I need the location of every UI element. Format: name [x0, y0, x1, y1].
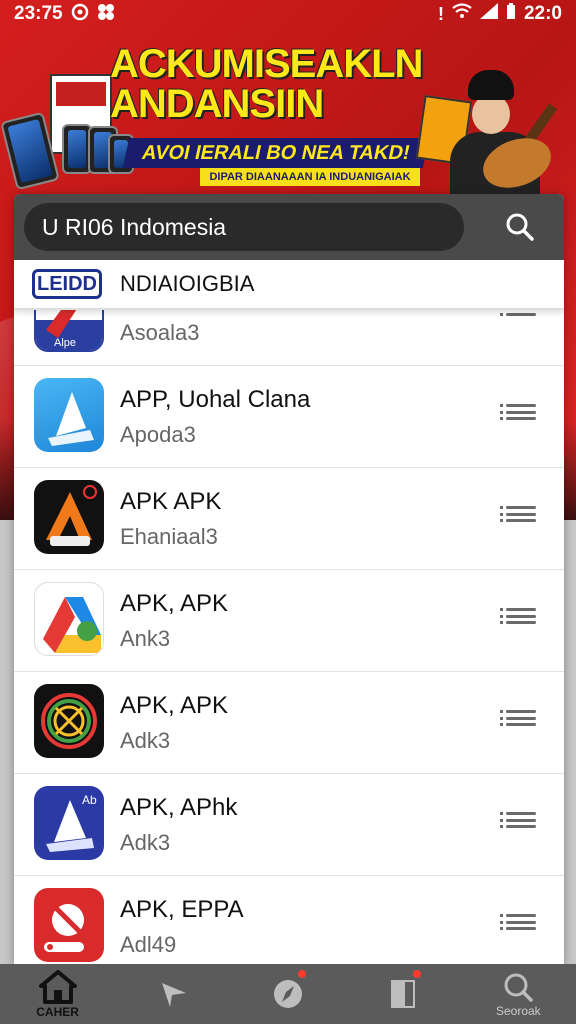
search-bar: [14, 194, 564, 260]
app-name: APK, EPPA: [120, 896, 244, 923]
region-badge: LEIDD: [32, 269, 102, 299]
app-name: APK APK: [120, 488, 222, 515]
list-item[interactable]: APK, APK Ank3: [14, 570, 564, 672]
notification-icon: [71, 3, 89, 26]
status-bar: 23:75 ! 22:0: [0, 0, 576, 28]
list-item[interactable]: APK APK Ehaniaal3: [14, 468, 564, 570]
app-subtitle: Ehaniaal3: [120, 524, 218, 549]
status-time-right: 22:0: [523, 3, 562, 24]
banner-subline: AVOI IERALI BO NEA TAKD!: [122, 138, 430, 168]
nav-search[interactable]: Seoroak: [478, 964, 558, 1024]
search-icon: [504, 973, 534, 1002]
app-subtitle: Adl49: [120, 932, 177, 957]
compass-icon: [273, 980, 302, 1008]
search-button[interactable]: [500, 207, 540, 247]
banner-headline: ACKUMISEAKLN ANDANSIIN: [110, 42, 423, 126]
list-item[interactable]: APP, Uohal Clana Apoda3: [14, 366, 564, 468]
drive-app-icon: [34, 582, 104, 656]
app-subtitle: Ank3: [120, 626, 171, 651]
signal-icon: [479, 3, 498, 25]
fan-icon: [97, 3, 115, 26]
list-menu-icon[interactable]: [500, 604, 536, 628]
app-subtitle: Apoda3: [120, 422, 196, 447]
app-name: APK, APK: [120, 692, 229, 719]
nav-home-label: CAHER: [36, 1004, 79, 1019]
notification-dot: [413, 970, 422, 978]
wheel-app-icon: [34, 684, 104, 758]
app-name: APK, APhk: [120, 794, 238, 821]
list-menu-icon[interactable]: [500, 808, 536, 832]
list-item[interactable]: APK, APK Adk3: [14, 672, 564, 774]
bottom-nav: CAHER Seoroak: [0, 964, 576, 1024]
svg-text:Alpe: Alpe: [54, 337, 76, 349]
search-input[interactable]: [24, 203, 464, 251]
status-time: 23:75: [14, 3, 63, 24]
home-icon: [38, 969, 77, 1004]
musician-illustration: [432, 70, 572, 197]
region-selector[interactable]: LEIDD NDIAIOIGBIA: [14, 260, 564, 310]
app-subtitle: Asoala3: [120, 320, 200, 345]
nav-explore[interactable]: [133, 964, 213, 1024]
search-icon: [506, 213, 534, 241]
warning-icon: !: [437, 3, 444, 24]
nav-home[interactable]: CAHER: [18, 964, 98, 1024]
svg-text:Ab: Ab: [82, 793, 97, 807]
send-icon: [161, 983, 186, 1007]
list-item[interactable]: APK, EPPA Adl49: [14, 876, 564, 964]
banner-tagline: DIPAR DIAANAAAN IA INDUANIGAIAK: [200, 168, 420, 186]
nav-library[interactable]: [363, 964, 443, 1024]
app-name: APK, APK: [120, 590, 229, 617]
notification-dot: [297, 970, 306, 978]
promo-banner[interactable]: ACKUMISEAKLN ANDANSIIN AVOI IERALI BO NE…: [0, 30, 576, 197]
app-name: APP, Uohal Clana: [120, 386, 311, 413]
list-item[interactable]: Ab APK, APhk Adk3: [14, 774, 564, 876]
triangle-app-icon: [34, 378, 104, 452]
triangle-app-icon: Ab: [34, 786, 104, 860]
nav-search-label: Seoroak: [495, 1003, 541, 1018]
app-subtitle: Adk3: [120, 830, 171, 855]
battery-icon: [506, 3, 516, 25]
region-label: NDIAIOIGBIA: [120, 271, 255, 296]
book-icon: [391, 980, 416, 1008]
list-menu-icon[interactable]: [500, 502, 536, 526]
app-list-card: LEIDD NDIAIOIGBIA Alpe Asoala3 APP, Uoha…: [14, 194, 564, 964]
wifi-icon: [452, 3, 472, 25]
tool-app-icon: [34, 480, 104, 554]
list-menu-icon[interactable]: [500, 400, 536, 424]
app-list: Alpe Asoala3 APP, Uohal Clana Apoda3 APK…: [14, 278, 564, 964]
list-item[interactable]: Alpe Asoala3: [14, 278, 564, 366]
app-subtitle: Adk3: [120, 728, 171, 753]
nav-compass[interactable]: [248, 964, 328, 1024]
list-menu-icon[interactable]: [500, 910, 536, 934]
list-menu-icon[interactable]: [500, 706, 536, 730]
wrench-app-icon: [34, 888, 104, 962]
